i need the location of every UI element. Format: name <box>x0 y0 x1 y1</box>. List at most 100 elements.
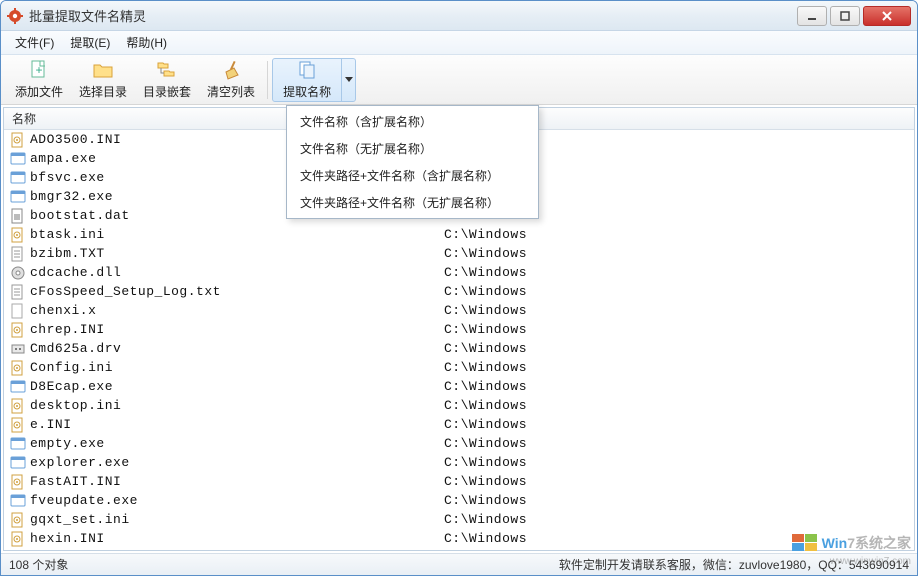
table-row[interactable]: hexin.INIC:\Windows <box>4 529 914 548</box>
extract-name-button[interactable]: 提取名称 <box>272 58 356 102</box>
file-icon <box>10 189 26 205</box>
file-name: fveupdate.exe <box>30 493 444 508</box>
status-left: 108 个对象 <box>9 556 68 573</box>
file-icon <box>10 246 26 262</box>
file-name: chenxi.x <box>30 303 444 318</box>
file-icon <box>10 322 26 338</box>
file-name: gqxt_set.ini <box>30 512 444 527</box>
maximize-button[interactable] <box>830 6 860 26</box>
add-file-button[interactable]: + 添加文件 <box>7 57 71 103</box>
file-path: C:\Windows <box>444 531 527 546</box>
table-row[interactable]: Config.iniC:\Windows <box>4 358 914 377</box>
file-icon <box>10 455 26 471</box>
folder-icon <box>92 59 114 81</box>
table-row[interactable]: FastAIT.INIC:\Windows <box>4 472 914 491</box>
file-name: empty.exe <box>30 436 444 451</box>
file-name: cFosSpeed_Setup_Log.txt <box>30 284 444 299</box>
nest-dir-button[interactable]: 目录嵌套 <box>135 57 199 103</box>
file-name: D8Ecap.exe <box>30 379 444 394</box>
file-path: C:\Windows <box>444 341 527 356</box>
file-icon <box>10 284 26 300</box>
menubar: 文件(F) 提取(E) 帮助(H) <box>1 31 917 55</box>
file-path: C:\Windows <box>444 512 527 527</box>
minimize-button[interactable] <box>797 6 827 26</box>
table-row[interactable]: Cmd625a.drvC:\Windows <box>4 339 914 358</box>
file-icon <box>10 208 26 224</box>
add-file-icon: + <box>28 59 50 81</box>
file-icon <box>10 512 26 528</box>
file-path: C:\Windows <box>444 474 527 489</box>
table-row[interactable]: bzibm.TXTC:\Windows <box>4 244 914 263</box>
titlebar[interactable]: 批量提取文件名精灵 <box>1 1 917 31</box>
broom-icon <box>220 59 242 81</box>
file-name: cdcache.dll <box>30 265 444 280</box>
dropdown-item[interactable]: 文件夹路径+文件名称（含扩展名称） <box>288 162 537 189</box>
file-icon <box>10 417 26 433</box>
file-icon <box>10 151 26 167</box>
file-path: C:\Windows <box>444 246 527 261</box>
file-icon <box>10 132 26 148</box>
file-name: Cmd625a.drv <box>30 341 444 356</box>
dropdown-item[interactable]: 文件名称（无扩展名称） <box>288 135 537 162</box>
file-path: C:\Windows <box>444 284 527 299</box>
file-name: Config.ini <box>30 360 444 375</box>
file-path: C:\Windows <box>444 303 527 318</box>
gear-icon <box>7 8 23 24</box>
svg-text:+: + <box>35 63 42 77</box>
file-icon <box>10 531 26 547</box>
table-row[interactable]: desktop.iniC:\Windows <box>4 396 914 415</box>
table-row[interactable]: D8Ecap.exeC:\Windows <box>4 377 914 396</box>
table-row[interactable]: gqxt_set.iniC:\Windows <box>4 510 914 529</box>
file-icon <box>10 493 26 509</box>
dropdown-item[interactable]: 文件夹路径+文件名称（无扩展名称） <box>288 189 537 216</box>
file-icon <box>10 474 26 490</box>
file-name: FastAIT.INI <box>30 474 444 489</box>
file-name: explorer.exe <box>30 455 444 470</box>
folder-tree-icon <box>156 59 178 81</box>
file-name: desktop.ini <box>30 398 444 413</box>
file-path: C:\Windows <box>444 379 527 394</box>
file-icon <box>10 398 26 414</box>
menu-help[interactable]: 帮助(H) <box>118 31 175 54</box>
dropdown-item[interactable]: 文件名称（含扩展名称） <box>288 108 537 135</box>
menu-extract[interactable]: 提取(E) <box>62 31 118 54</box>
menu-file[interactable]: 文件(F) <box>7 31 62 54</box>
file-name: hexin.INI <box>30 531 444 546</box>
close-button[interactable] <box>863 6 911 26</box>
file-path: C:\Windows <box>444 455 527 470</box>
window-title: 批量提取文件名精灵 <box>29 6 797 25</box>
file-icon <box>10 170 26 186</box>
status-right: 软件定制开发请联系客服，微信：zuvlove1980，QQ：543690914 <box>559 556 909 573</box>
chevron-down-icon[interactable] <box>341 59 355 101</box>
file-icon <box>10 265 26 281</box>
statusbar: 108 个对象 软件定制开发请联系客服，微信：zuvlove1980，QQ：54… <box>1 553 917 575</box>
file-path: C:\Windows <box>444 322 527 337</box>
copy-icon <box>296 59 318 81</box>
file-icon <box>10 436 26 452</box>
file-path: C:\Windows <box>444 417 527 432</box>
table-row[interactable]: e.INIC:\Windows <box>4 415 914 434</box>
file-name: bzibm.TXT <box>30 246 444 261</box>
file-path: C:\Windows <box>444 398 527 413</box>
table-row[interactable]: btask.iniC:\Windows <box>4 225 914 244</box>
file-name: e.INI <box>30 417 444 432</box>
file-icon <box>10 227 26 243</box>
table-row[interactable]: chrep.INIC:\Windows <box>4 320 914 339</box>
table-row[interactable]: fveupdate.exeC:\Windows <box>4 491 914 510</box>
clear-list-button[interactable]: 清空列表 <box>199 57 263 103</box>
file-icon <box>10 360 26 376</box>
toolbar-separator <box>267 61 268 99</box>
table-row[interactable]: cFosSpeed_Setup_Log.txtC:\Windows <box>4 282 914 301</box>
select-dir-button[interactable]: 选择目录 <box>71 57 135 103</box>
app-window: 批量提取文件名精灵 文件(F) 提取(E) 帮助(H) + 添加文件 选择目录 … <box>0 0 918 576</box>
file-icon <box>10 379 26 395</box>
file-path: C:\Windows <box>444 360 527 375</box>
file-icon <box>10 341 26 357</box>
table-row[interactable]: explorer.exeC:\Windows <box>4 453 914 472</box>
table-row[interactable]: cdcache.dllC:\Windows <box>4 263 914 282</box>
file-icon <box>10 303 26 319</box>
table-row[interactable]: empty.exeC:\Windows <box>4 434 914 453</box>
table-row[interactable]: chenxi.xC:\Windows <box>4 301 914 320</box>
extract-dropdown-menu: 文件名称（含扩展名称） 文件名称（无扩展名称） 文件夹路径+文件名称（含扩展名称… <box>286 105 539 219</box>
toolbar: + 添加文件 选择目录 目录嵌套 清空列表 提取名称 <box>1 55 917 105</box>
